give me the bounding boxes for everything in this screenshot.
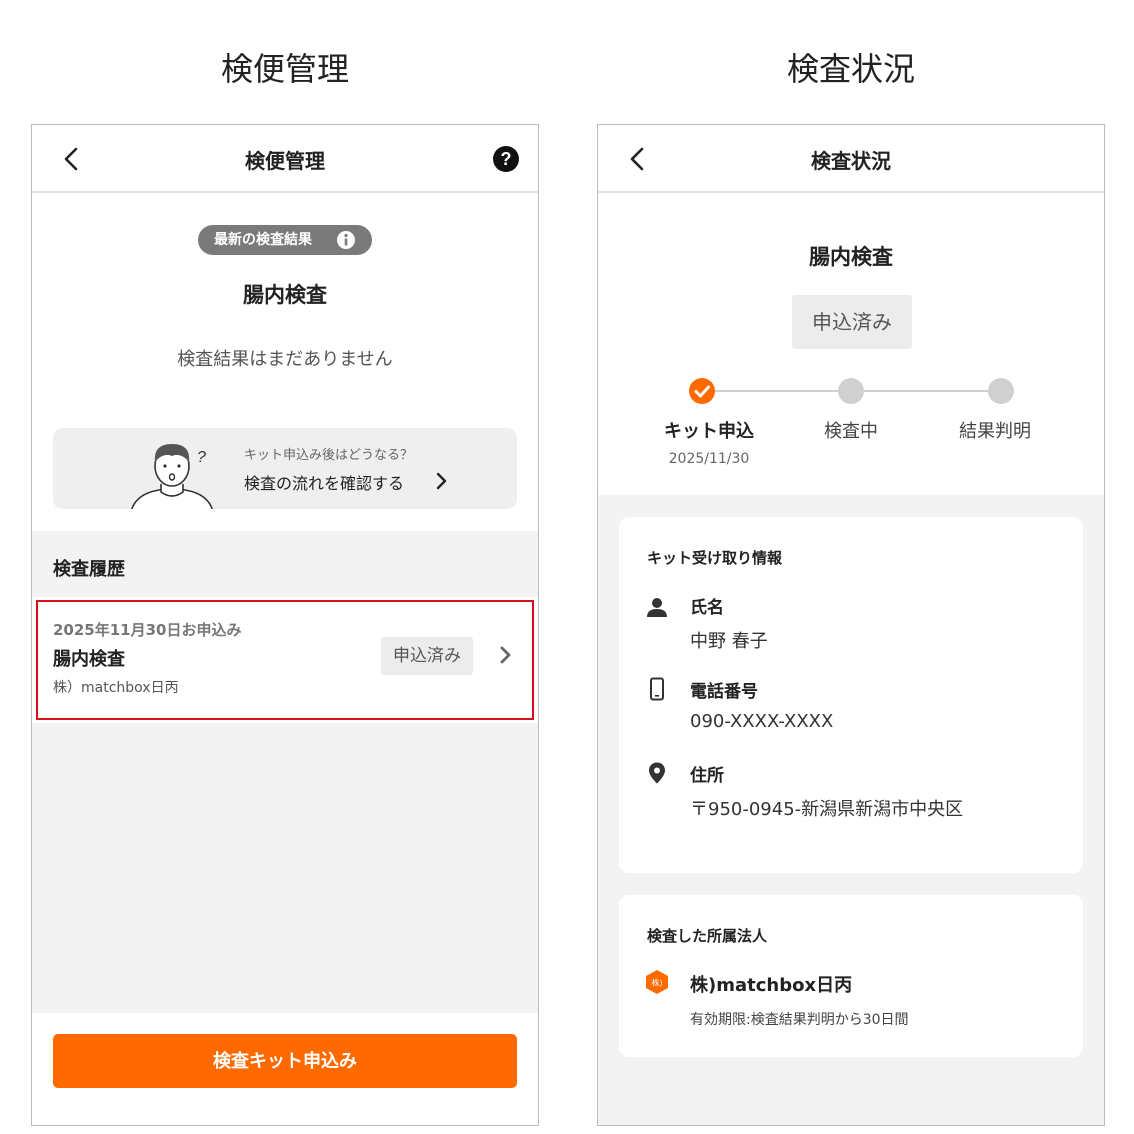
screen-kenben-kanri: 検便管理 ? 最新の検査結果 腸内検査 検査結果はまだありません ? キット申込… [31, 124, 539, 1126]
latest-result-label: 最新の検査結果 [214, 232, 312, 248]
location-pin-icon [649, 762, 665, 784]
test-flow-card[interactable]: ? キット申込み後はどうなる？ 検査の流れを確認する [53, 428, 517, 509]
help-button[interactable]: ? [492, 145, 520, 173]
phone-icon [650, 677, 664, 701]
address-value: 〒950-0945-新潟県新潟市中央区 [690, 799, 964, 820]
corp-card-title: 検査した所属法人 [647, 927, 768, 945]
address-label: 住所 [690, 766, 724, 786]
history-title: 検査履歴 [53, 559, 125, 580]
step-connector [715, 390, 845, 392]
phone-value: 090-XXXX-XXXX [690, 711, 834, 732]
latest-test-name: 腸内検査 [243, 283, 327, 307]
check-icon [694, 385, 710, 398]
corp-icon-text: 株) [651, 978, 662, 988]
nav-bar: 検査状況 [598, 125, 1104, 193]
test-name: 腸内検査 [809, 245, 893, 269]
step-dot [988, 378, 1014, 404]
screen-kensa-jokyo: 検査状況 腸内検査 申込済み キット申込 検査中 結果判明 2025/11/30… [597, 124, 1105, 1126]
person-icon [647, 598, 667, 617]
details-area: キット受け取り情報 氏名 中野 春子 電話番号 090-XXXX-XXXX 住所… [598, 495, 1104, 1125]
nav-bar: 検便管理 ? [32, 125, 538, 193]
help-icon: ? [493, 146, 519, 172]
flow-link-text: 検査の流れを確認する [244, 474, 405, 493]
page-title: 検査状況 [811, 149, 891, 173]
history-item-date: 2025年11月30日お申込み [53, 621, 242, 639]
step-date: 2025/11/30 [668, 451, 750, 467]
step-label: キット申込 [664, 421, 754, 442]
name-value: 中野 春子 [690, 631, 768, 652]
history-item[interactable]: 2025年11月30日お申込み 腸内検査 株）matchbox日丙 申込済み [32, 597, 538, 723]
corp-hexagon-icon: 株) [646, 970, 668, 994]
info-icon [337, 231, 355, 249]
history-section: 検査履歴 2025年11月30日お申込み 腸内検査 株）matchbox日丙 申… [32, 531, 538, 1013]
progress-stepper: キット申込 検査中 結果判明 2025/11/30 [598, 375, 1104, 475]
caption-kensa-jokyo: 検査状況 [786, 50, 915, 88]
corp-name: 株)matchbox日丙 [690, 975, 853, 996]
svg-text:?: ? [501, 149, 512, 169]
step-label: 検査中 [824, 421, 878, 442]
person-question-illustration: ? [131, 444, 213, 509]
corp-validity: 有効期限:検査結果判明から30日間 [690, 1012, 909, 1028]
history-item-corp: 株）matchbox日丙 [53, 680, 179, 696]
caption-kenben-kanri: 検便管理 [220, 50, 349, 88]
kit-receipt-card: キット受け取り情報 氏名 中野 春子 電話番号 090-XXXX-XXXX 住所… [619, 517, 1083, 873]
chevron-right-icon [500, 646, 511, 664]
status-badge: 申込済み [792, 295, 912, 349]
page-title: 検便管理 [245, 149, 325, 173]
flow-question-text: キット申込み後はどうなる？ [244, 448, 414, 463]
step-dot [838, 378, 864, 404]
svg-text:?: ? [197, 449, 206, 466]
kit-card-title: キット受け取り情報 [647, 549, 783, 567]
apply-kit-button[interactable]: 検査キット申込み [53, 1034, 517, 1088]
step-dot-done [689, 378, 715, 404]
history-item-status-badge: 申込済み [381, 637, 473, 675]
no-result-text: 検査結果はまだありません [177, 349, 393, 370]
latest-result-badge[interactable]: 最新の検査結果 [198, 225, 372, 255]
step-label: 結果判明 [959, 421, 1031, 442]
chevron-right-icon [436, 472, 447, 490]
step-connector [864, 390, 994, 392]
name-label: 氏名 [690, 598, 724, 618]
history-item-name: 腸内検査 [53, 649, 125, 670]
corp-card: 検査した所属法人 株) 株)matchbox日丙 有効期限:検査結果判明から30… [619, 895, 1083, 1057]
phone-label: 電話番号 [690, 682, 758, 702]
